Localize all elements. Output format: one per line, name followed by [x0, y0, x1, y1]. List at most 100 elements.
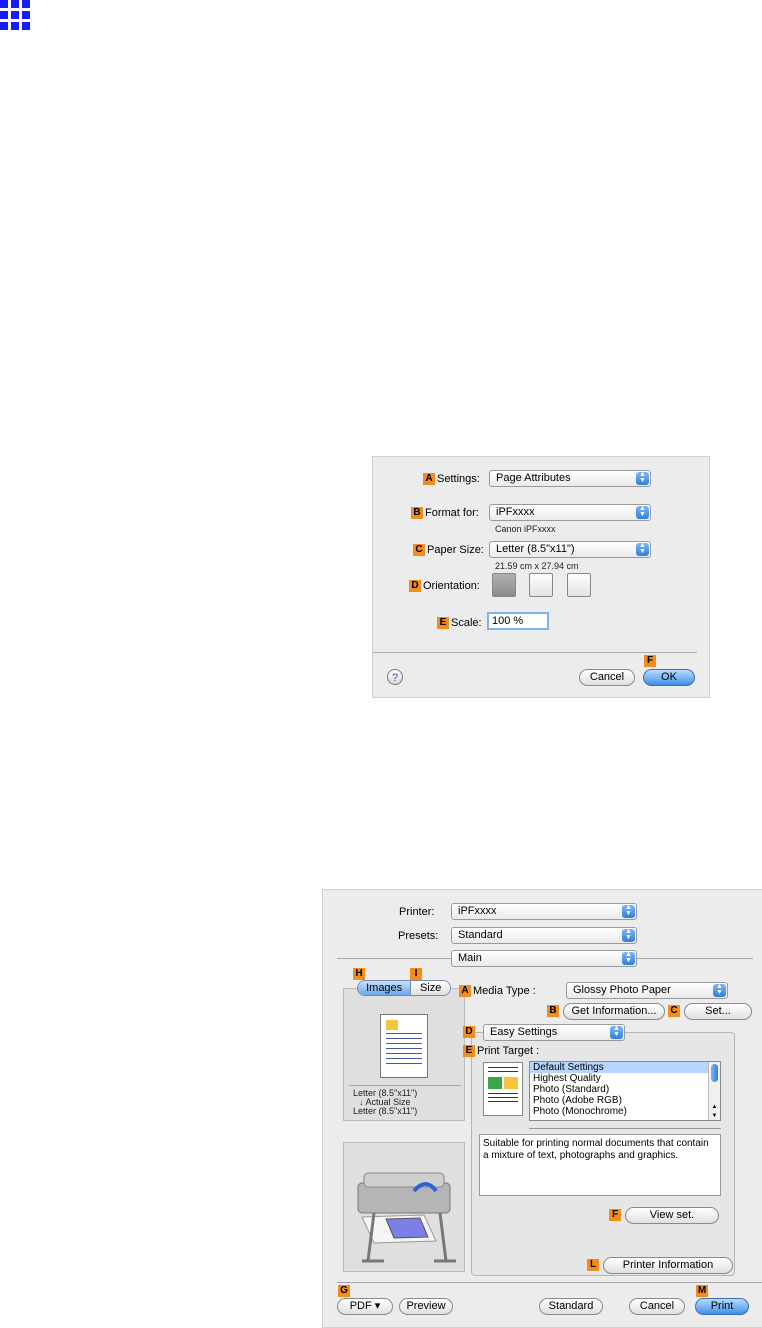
format-label-group: B Format for: — [411, 507, 479, 520]
printer-illustration-icon — [357, 1172, 456, 1263]
scroll-thumb[interactable] — [711, 1064, 718, 1082]
scale-label: Scale: — [451, 617, 482, 629]
print-target-list[interactable]: Default Settings Highest Quality Photo (… — [529, 1061, 721, 1121]
bottom-separator — [337, 1282, 762, 1283]
easy-settings-popup-value: Easy Settings — [490, 1026, 558, 1038]
list-item[interactable]: Highest Quality — [530, 1073, 720, 1084]
popup-arrows-icon: ▲ ▼ — [713, 983, 726, 997]
format-subtext: Canon iPFxxxx — [495, 524, 556, 534]
presets-label: Presets: — [398, 930, 439, 942]
callout-h: H — [353, 968, 365, 980]
standard-button[interactable]: Standard — [539, 1298, 603, 1315]
page-preview-image — [380, 1014, 428, 1078]
format-label: Format for: — [425, 507, 479, 519]
grid-menu-icon — [0, 0, 30, 30]
list-item[interactable]: Photo (Standard) — [530, 1084, 720, 1095]
scroll-up-arrow-icon[interactable]: ▲ — [709, 1104, 720, 1110]
media-type-label: Media Type : — [473, 985, 536, 997]
callout-d: D — [409, 580, 421, 593]
list-item[interactable]: Default Settings — [530, 1062, 720, 1073]
pane-separator-left — [337, 958, 451, 959]
cancel-print-button[interactable]: Cancel — [629, 1298, 685, 1315]
callout-b: B — [411, 507, 423, 520]
callout-l: L — [587, 1259, 599, 1271]
paper-size-label: Paper Size: — [427, 544, 484, 556]
list-item[interactable]: Photo (Monochrome) — [530, 1106, 720, 1117]
callout-c: C — [413, 544, 425, 557]
callout-a-media: A — [459, 985, 471, 998]
callout-e: E — [437, 617, 449, 630]
pane-popup[interactable]: Main ▲ ▼ — [451, 950, 637, 967]
settings-label: Settings: — [437, 473, 480, 485]
get-information-button[interactable]: Get Information... — [563, 1003, 665, 1020]
description-box: Suitable for printing normal documents t… — [479, 1134, 721, 1196]
printer-information-button[interactable]: Printer Information — [603, 1257, 733, 1274]
callout-c-set: C — [668, 1005, 680, 1017]
media-type-popup[interactable]: Glossy Photo Paper ▲ ▼ — [566, 982, 728, 999]
paper-size-popup[interactable]: Letter (8.5"x11") ▲ ▼ — [489, 541, 651, 558]
popup-arrows-icon: ▲ ▼ — [622, 928, 635, 942]
tab-size[interactable]: Size — [410, 981, 450, 995]
cancel-button[interactable]: Cancel — [579, 669, 635, 686]
callout-e-target: E — [463, 1045, 475, 1058]
page-setup-separator — [373, 652, 697, 653]
callout-d-easy: D — [463, 1026, 475, 1038]
callout-f-view: F — [609, 1209, 621, 1221]
orientation-landscape-left-button[interactable] — [529, 573, 553, 597]
orientation-portrait-button[interactable] — [492, 573, 516, 597]
printer-popup[interactable]: iPFxxxx ▲ ▼ — [451, 903, 637, 920]
list-scrollbar[interactable]: ▲ ▼ — [708, 1062, 720, 1120]
paper-size-label-group: C Paper Size: — [413, 544, 484, 557]
scale-input[interactable]: 100 % — [487, 612, 549, 630]
paper-size-popup-value: Letter (8.5"x11") — [496, 543, 575, 555]
page-setup-dialog: A Settings: Page Attributes ▲ ▼ B Format fo… — [372, 456, 710, 698]
print-target-label: Print Target : — [477, 1045, 540, 1057]
print-button[interactable]: Print — [695, 1298, 749, 1315]
presets-popup[interactable]: Standard ▲ ▼ — [451, 927, 637, 944]
callout-a: A — [423, 473, 435, 486]
presets-popup-value: Standard — [458, 929, 503, 941]
printer-illustration — [343, 1142, 465, 1272]
popup-arrows-icon: ▲ ▼ — [610, 1025, 623, 1039]
paper-size-subtext: 21.59 cm x 27.94 cm — [495, 561, 579, 571]
format-popup[interactable]: iPFxxxx ▲ ▼ — [489, 504, 651, 521]
popup-arrows-icon: ▲ ▼ — [622, 951, 635, 965]
list-bottom-line — [529, 1128, 721, 1129]
callout-b-info: B — [547, 1005, 559, 1017]
easy-settings-popup[interactable]: Easy Settings ▲ ▼ — [483, 1024, 625, 1041]
callout-i: I — [410, 968, 422, 980]
pane-popup-value: Main — [458, 952, 482, 964]
pdf-button[interactable]: PDF ▾ — [337, 1298, 393, 1315]
orientation-landscape-right-button[interactable] — [567, 573, 591, 597]
settings-popup[interactable]: Page Attributes ▲ ▼ — [489, 470, 651, 487]
popup-arrows-icon: ▲ ▼ — [622, 904, 635, 918]
preview-tabs: Images Size — [357, 980, 451, 996]
list-item[interactable]: Photo (Adobe RGB) — [530, 1095, 720, 1106]
print-target-label-group: E Print Target : — [463, 1045, 540, 1058]
orientation-label: Orientation: — [423, 580, 480, 592]
popup-arrows-icon: ▲ ▼ — [636, 471, 649, 485]
settings-popup-value: Page Attributes — [496, 472, 571, 484]
media-type-popup-value: Glossy Photo Paper — [573, 984, 671, 996]
preview-info: Letter (8.5"x11") ↓ Actual Size Letter (… — [353, 1089, 417, 1116]
callout-g: G — [338, 1285, 350, 1297]
print-dialog: Printer: iPFxxxx ▲ ▼ Presets: Standard ▲ ▼… — [322, 889, 762, 1328]
popup-arrows-icon: ▲ ▼ — [636, 542, 649, 556]
scale-label-group: E Scale: — [437, 617, 482, 630]
print-target-thumbnail — [483, 1062, 523, 1116]
tab-images[interactable]: Images — [358, 981, 411, 995]
preview-divider — [349, 1085, 461, 1086]
media-type-label-group: A Media Type : — [459, 985, 536, 998]
callout-f: F — [644, 655, 656, 667]
set-button[interactable]: Set... — [684, 1003, 752, 1020]
scroll-down-arrow-icon[interactable]: ▼ — [709, 1113, 720, 1119]
settings-label-group: A Settings: — [423, 473, 480, 486]
orientation-label-group: D Orientation: — [409, 580, 480, 593]
preview-info-to: Letter (8.5"x11") — [353, 1106, 418, 1116]
preview-button[interactable]: Preview — [399, 1298, 453, 1315]
ok-button[interactable]: OK — [643, 669, 695, 686]
format-popup-value: iPFxxxx — [496, 506, 535, 518]
popup-arrows-icon: ▲ ▼ — [636, 505, 649, 519]
help-button[interactable]: ? — [387, 669, 403, 685]
view-set-button[interactable]: View set. — [625, 1207, 719, 1224]
